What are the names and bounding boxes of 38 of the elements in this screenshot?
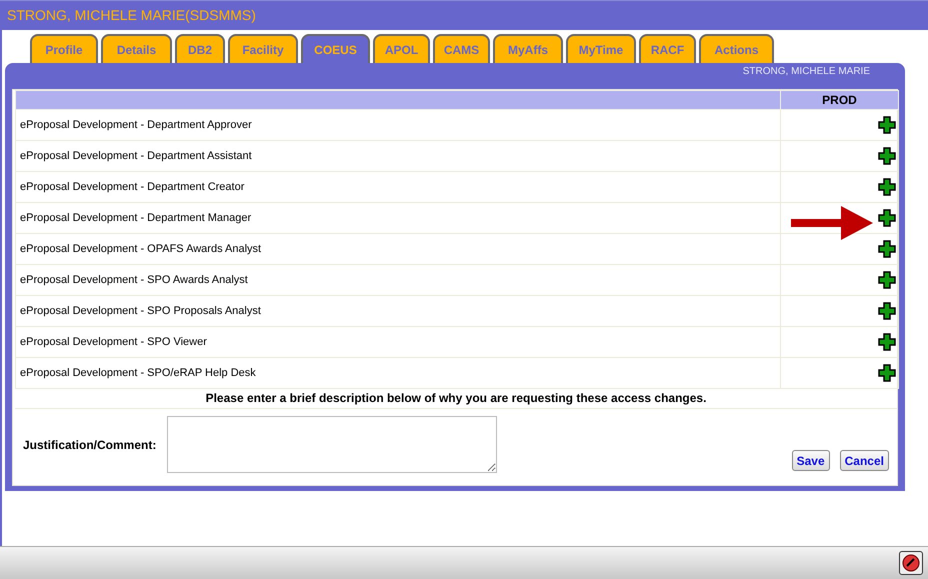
stop-button[interactable] <box>899 551 923 575</box>
action-button[interactable]: Save <box>792 450 830 471</box>
tab[interactable]: Details <box>101 34 172 63</box>
column-header: PROD <box>780 90 898 110</box>
role-name: eProposal Development - SPO/eRAP Help Desk <box>16 358 780 388</box>
add-icon[interactable] <box>878 271 896 289</box>
role-name: eProposal Development - SPO Proposals Analyst <box>16 296 780 326</box>
tab[interactable]: Profile <box>30 34 98 63</box>
add-icon[interactable] <box>878 178 896 196</box>
add-icon[interactable] <box>878 116 896 134</box>
tab[interactable]: RACF <box>639 34 696 63</box>
add-icon[interactable] <box>878 333 896 351</box>
add-icon[interactable] <box>878 364 896 382</box>
user-name: STRONG, MICHELE MARIE <box>742 66 870 77</box>
tab[interactable]: Facility <box>228 34 298 63</box>
comment-field[interactable] <box>167 416 497 473</box>
tab[interactable]: CAMS <box>433 34 490 63</box>
tab[interactable]: MyAffs <box>493 34 563 63</box>
instruction-text: Please enter a brief description below of why you are requesting these access changes. <box>206 391 706 405</box>
role-name: eProposal Development - OPAFS Awards Analyst <box>16 234 780 264</box>
comment-label: Justification/Comment: <box>23 438 158 452</box>
add-icon[interactable] <box>878 240 896 258</box>
role-name: eProposal Development - SPO Awards Analyst <box>16 264 780 296</box>
tab[interactable]: DB2 <box>175 34 225 63</box>
role-name: eProposal Development - SPO Viewer <box>16 326 780 358</box>
add-icon[interactable] <box>878 302 896 320</box>
add-icon[interactable] <box>878 147 896 165</box>
tab[interactable]: APOL <box>373 34 430 63</box>
add-icon[interactable] <box>878 209 896 227</box>
tab[interactable]: MyTime <box>566 34 636 63</box>
role-name: eProposal Development - Department Approver <box>16 110 780 140</box>
tab[interactable]: COEUS <box>301 34 370 63</box>
window-title: STRONG, MICHELE MARIE(SDSMMS) <box>6 6 257 25</box>
role-name: eProposal Development - Department Manager <box>16 202 780 234</box>
role-name: eProposal Development - Department Creator <box>16 172 780 202</box>
action-button[interactable]: Cancel <box>840 450 889 471</box>
role-name: eProposal Development - Department Assistant <box>16 140 780 172</box>
tab[interactable]: Actions <box>699 34 774 63</box>
